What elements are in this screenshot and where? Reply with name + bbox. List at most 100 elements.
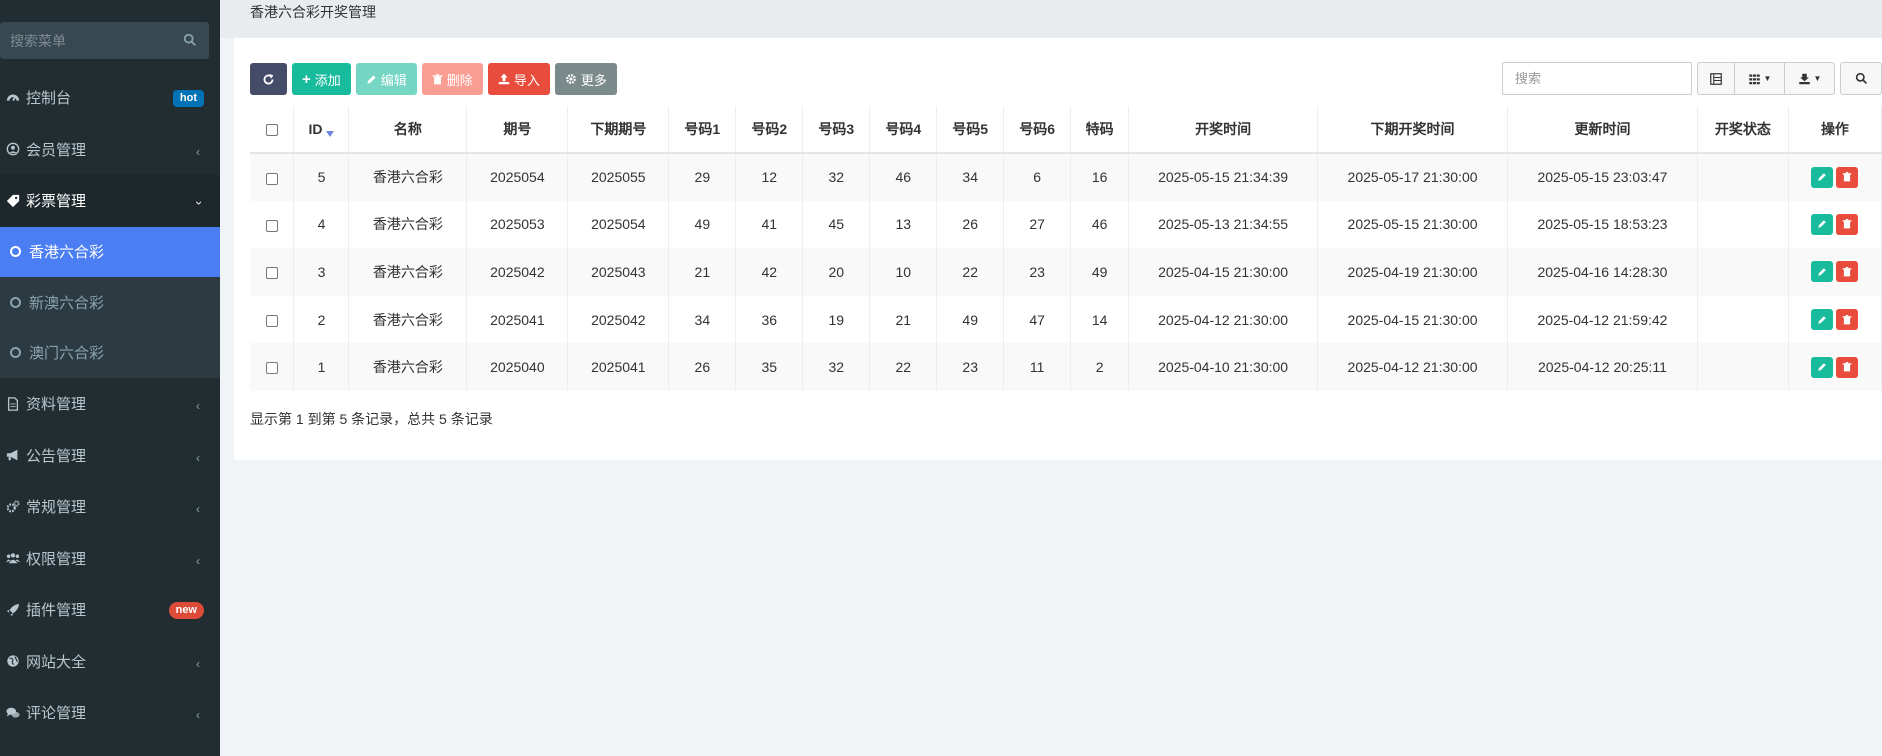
table-header-row: ID 名称 期号 下期期号 号码1 号码2 号码3 号码4 号码5 号码6 特码… <box>250 106 1882 154</box>
table-cell: 23 <box>936 343 1005 391</box>
pagination-summary: 显示第 1 到第 5 条记录，总共 5 条记录 <box>250 411 493 427</box>
row-checkbox[interactable] <box>265 362 278 375</box>
row-checkbox[interactable] <box>265 172 278 185</box>
table-row[interactable]: 4 香港六合彩 2025053 2025054 49 41 45 13 26 27 46 2025-0… <box>250 200 1882 249</box>
chevron-left-icon: ‹ <box>196 502 200 516</box>
sort-desc-icon <box>326 131 335 138</box>
upload-icon <box>498 73 510 85</box>
table-cell: 49 <box>668 200 737 249</box>
table-cell: 2025-04-15 21:30:00 <box>1128 248 1319 296</box>
table-cell <box>1697 200 1789 249</box>
table-cell: 34 <box>936 153 1005 201</box>
column-header-special: 特码 <box>1070 106 1130 154</box>
sidebar-item-materials[interactable]: 资料管理 ‹ <box>0 378 220 430</box>
card-view-button[interactable] <box>1697 62 1735 95</box>
columns-toggle-button[interactable]: ▼ <box>1735 62 1785 95</box>
row-edit-button[interactable] <box>1811 356 1834 378</box>
toolbar: + 添加 编辑 删除 导入 更多 <box>250 63 617 95</box>
sidebar-item-permissions[interactable]: 权限管理 ‹ <box>0 533 220 585</box>
row-select-cell <box>250 295 295 344</box>
table-cell: 2025-04-12 21:30:00 <box>1128 295 1319 344</box>
sidebar-item-label: 澳门六合彩 <box>29 345 105 363</box>
table-cell: 2025043 <box>567 248 670 296</box>
lottery-submenu: 香港六合彩 新澳六合彩 澳门六合彩 <box>0 226 220 379</box>
advanced-search-button[interactable] <box>1840 62 1882 95</box>
new-badge: new <box>168 602 204 619</box>
table-cell: 27 <box>1003 200 1072 249</box>
table-cell: 香港六合彩 <box>348 343 468 391</box>
edit-button[interactable]: 编辑 <box>355 63 417 95</box>
row-delete-button[interactable] <box>1836 213 1859 235</box>
table-search-input[interactable] <box>1502 62 1692 95</box>
column-header-issue: 期号 <box>466 106 569 154</box>
column-header-num1: 号码1 <box>668 106 737 154</box>
select-all-checkbox[interactable] <box>265 124 278 137</box>
row-edit-button[interactable] <box>1811 261 1834 283</box>
import-button[interactable]: 导入 <box>487 63 550 95</box>
table-cell: 5 <box>293 153 350 201</box>
sidebar-item-members[interactable]: 会员管理 ‹ <box>0 124 220 176</box>
row-checkbox[interactable] <box>265 267 278 280</box>
row-delete-button[interactable] <box>1836 309 1859 331</box>
column-header-draw-status: 开奖状态 <box>1697 106 1789 154</box>
sidebar-item-comments[interactable]: 评论管理 ‹ <box>0 687 220 739</box>
tag-icon <box>6 194 20 208</box>
sidebar-item-new-macau-lottery[interactable]: 新澳六合彩 <box>0 277 220 328</box>
table-cell: 36 <box>735 295 804 344</box>
row-edit-button[interactable] <box>1811 166 1834 188</box>
table-cell: 49 <box>1070 248 1130 296</box>
user-icon <box>6 142 20 156</box>
row-delete-button[interactable] <box>1836 356 1859 378</box>
table-row[interactable]: 2 香港六合彩 2025041 2025042 34 36 19 21 49 47 14 2025-0… <box>250 295 1882 344</box>
table-cell: 10 <box>869 248 938 296</box>
sidebar-item-macau-lottery[interactable]: 澳门六合彩 <box>0 328 220 379</box>
sidebar-item-websites[interactable]: 网站大全 ‹ <box>0 636 220 688</box>
search-icon <box>1855 72 1867 84</box>
table-cell: 19 <box>802 295 871 344</box>
file-icon <box>6 396 20 411</box>
sidebar-search-input[interactable] <box>10 32 180 49</box>
row-edit-button[interactable] <box>1811 309 1834 331</box>
row-delete-button[interactable] <box>1836 166 1859 188</box>
table-cell: 2 <box>1070 343 1130 391</box>
sidebar-item-plugins[interactable]: 插件管理 new <box>0 584 220 636</box>
row-actions-cell <box>1788 248 1882 296</box>
add-button[interactable]: + 添加 <box>292 63 351 95</box>
row-edit-button[interactable] <box>1811 213 1834 235</box>
delete-button[interactable]: 删除 <box>421 63 483 95</box>
column-header-id[interactable]: ID <box>293 106 350 154</box>
table-cell: 4 <box>293 200 350 249</box>
row-checkbox[interactable] <box>265 314 278 327</box>
export-icon <box>1798 73 1810 84</box>
refresh-icon <box>263 73 274 84</box>
table-cell: 20 <box>802 248 871 296</box>
sidebar-item-general[interactable]: 常规管理 ‹ <box>0 481 220 533</box>
table-row[interactable]: 1 香港六合彩 2025040 2025041 26 35 32 22 23 11 2 2025-04… <box>250 343 1882 391</box>
table-cell: 13 <box>869 200 938 249</box>
table-cell: 2025040 <box>466 343 569 391</box>
sidebar-item-announcements[interactable]: 公告管理 ‹ <box>0 430 220 482</box>
table-cell: 香港六合彩 <box>348 248 468 296</box>
table-cell: 2025-05-15 21:34:39 <box>1128 153 1319 201</box>
table-cell: 香港六合彩 <box>348 295 468 344</box>
more-button[interactable]: 更多 <box>554 63 617 95</box>
row-checkbox[interactable] <box>265 219 278 232</box>
sidebar-item-dashboard[interactable]: 控制台 hot <box>0 72 220 124</box>
table-cell: 42 <box>735 248 804 296</box>
table-row[interactable]: 5 香港六合彩 2025054 2025055 29 12 32 46 34 6 16 2025-05… <box>250 153 1882 201</box>
search-icon[interactable] <box>183 33 197 47</box>
export-button[interactable]: ▼ <box>1785 62 1835 95</box>
column-header-name: 名称 <box>348 106 468 154</box>
sidebar-item-lottery[interactable]: 彩票管理 ‹ <box>0 175 220 227</box>
refresh-button[interactable] <box>250 63 287 95</box>
view-button-group: ▼ ▼ <box>1697 62 1835 95</box>
chevron-left-icon: ‹ <box>196 708 200 722</box>
row-delete-button[interactable] <box>1836 261 1859 283</box>
sidebar-item-hk-lottery[interactable]: 香港六合彩 <box>0 226 220 277</box>
data-table: ID 名称 期号 下期期号 号码1 号码2 号码3 号码4 号码5 号码6 特码… <box>250 106 1882 391</box>
row-select-cell <box>250 248 295 296</box>
table-cell: 26 <box>936 200 1005 249</box>
list-view-icon <box>1710 72 1722 85</box>
pencil-icon <box>1818 220 1827 229</box>
table-row[interactable]: 3 香港六合彩 2025042 2025043 21 42 20 10 22 23 49 2025-0… <box>250 248 1882 296</box>
